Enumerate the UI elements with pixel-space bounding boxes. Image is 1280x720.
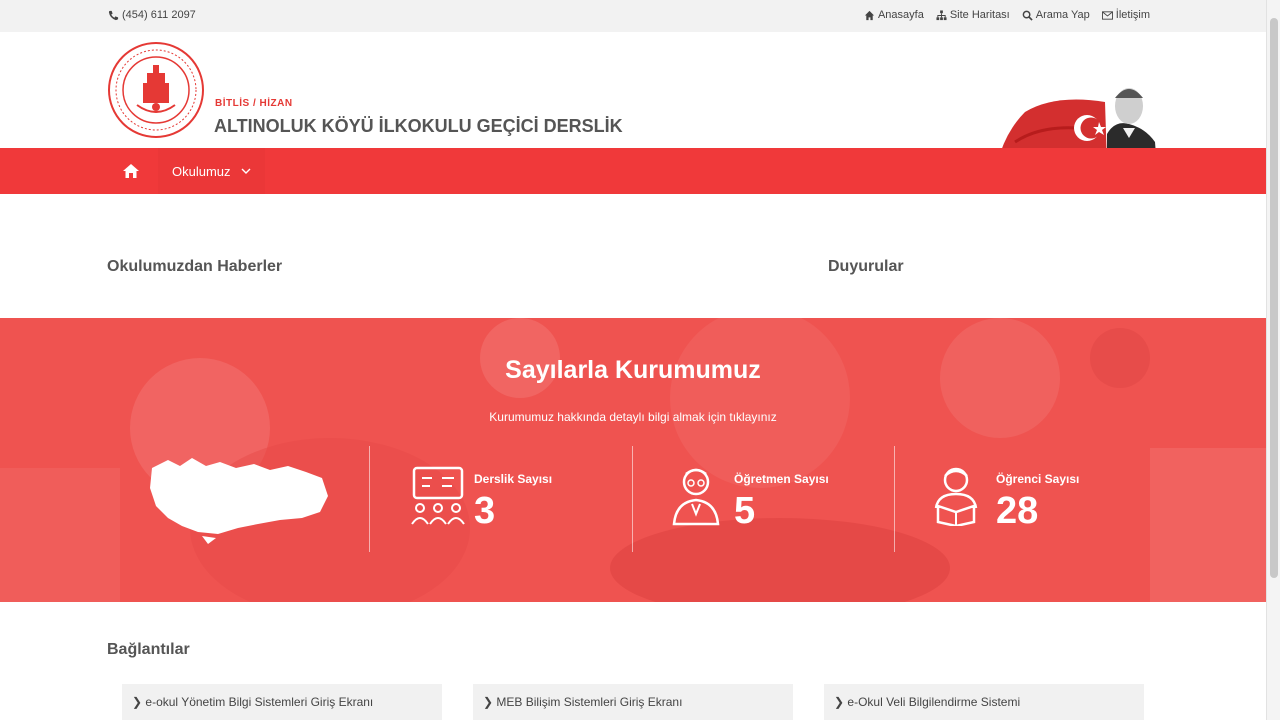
- stat-students-label: Öğrenci Sayısı: [996, 472, 1080, 486]
- link-e-okul-veli[interactable]: ❯ e-Okul Veli Bilgilendirme Sistemi: [824, 684, 1144, 720]
- stat-students[interactable]: Öğrenci Sayısı 28: [930, 458, 1130, 538]
- teacher-icon: [672, 468, 720, 526]
- nav-item-okulumuz[interactable]: Okulumuz: [158, 148, 265, 194]
- stat-students-value: 28: [996, 490, 1039, 532]
- link-e-okul[interactable]: ❯ e-okul Yönetim Bilgi Sistemleri Giriş …: [122, 684, 442, 720]
- scrollbar-thumb[interactable]: [1270, 18, 1278, 578]
- stat-classrooms[interactable]: Derslik Sayısı 3: [408, 458, 608, 538]
- classroom-icon: [411, 466, 465, 525]
- link-meb-bilisim-label: MEB Bilişim Sistemleri Giriş Ekranı: [496, 695, 683, 709]
- top-link-contact-label: İletişim: [1115, 9, 1150, 21]
- page-scrollbar[interactable]: [1266, 0, 1280, 720]
- stat-classrooms-label: Derslik Sayısı: [474, 472, 553, 486]
- top-link-sitemap[interactable]: Site Haritası: [936, 9, 1010, 21]
- nav-home-button[interactable]: [108, 148, 154, 194]
- stats-divider: [632, 446, 633, 552]
- link-e-okul-veli-label: e-Okul Veli Bilgilendirme Sistemi: [847, 695, 1021, 709]
- phone-number[interactable]: (454) 611 2097: [108, 9, 196, 21]
- stat-classrooms-value: 3: [474, 490, 496, 532]
- top-link-search-label: Arama Yap: [1035, 9, 1090, 21]
- student-icon: [934, 467, 978, 526]
- top-link-search[interactable]: Arama Yap: [1022, 9, 1090, 21]
- stats-divider: [894, 446, 895, 552]
- link-meb-bilisim[interactable]: ❯ MEB Bilişim Sistemleri Giriş Ekranı: [473, 684, 793, 720]
- stats-title: Sayılarla Kurumumuz: [505, 356, 761, 384]
- stats-divider: [369, 446, 370, 552]
- chevron-down-icon: [241, 168, 251, 174]
- phone-number-text: (454) 611 2097: [122, 9, 196, 21]
- stats-subtitle-link[interactable]: Kurumumuz hakkında detaylı bilgi almak i…: [0, 410, 1266, 424]
- search-icon: [1022, 10, 1033, 21]
- envelope-icon: [1101, 10, 1113, 20]
- nav-item-label: Okulumuz: [172, 163, 231, 179]
- chevron-right-icon: ❯: [834, 695, 845, 709]
- top-link-sitemap-label: Site Haritası: [949, 9, 1010, 21]
- school-location[interactable]: BİTLİS / HİZAN: [215, 98, 293, 109]
- top-link-home[interactable]: Anasayfa: [864, 9, 924, 21]
- sitemap-icon: [936, 9, 947, 20]
- link-e-okul-label: e-okul Yönetim Bilgi Sistemleri Giriş Ek…: [145, 695, 374, 709]
- chevron-right-icon: ❯: [132, 695, 143, 709]
- top-link-contact[interactable]: İletişim: [1101, 9, 1150, 21]
- announcements-section-title: Duyurular: [828, 258, 904, 275]
- stat-teachers[interactable]: Öğretmen Sayısı 5: [668, 458, 868, 538]
- chevron-right-icon: ❯: [483, 695, 494, 709]
- stat-teachers-label: Öğretmen Sayısı: [734, 472, 829, 486]
- stat-teachers-value: 5: [734, 490, 756, 532]
- home-icon: [123, 164, 139, 178]
- meb-logo[interactable]: [107, 41, 205, 139]
- turkey-map: [150, 458, 328, 544]
- main-navbar: Okulumuz: [0, 148, 1266, 194]
- links-section-title: Bağlantılar: [107, 641, 190, 658]
- stats-section: Sayılarla Kurumumuz Kurumumuz hakkında d…: [0, 318, 1266, 602]
- school-name[interactable]: ALTINOLUK KÖYÜ İLKOKULU GEÇİCİ DERSLİK: [214, 116, 623, 137]
- phone-icon: [108, 10, 119, 20]
- site-header: BİTLİS / HİZAN ALTINOLUK KÖYÜ İLKOKULU G…: [0, 32, 1266, 168]
- top-link-home-label: Anasayfa: [877, 9, 924, 21]
- top-links: Anasayfa Site Haritası Arama Yap İletişi…: [864, 9, 1150, 21]
- home-icon: [864, 10, 875, 20]
- top-bar: (454) 611 2097 Anasayfa Site Haritası Ar…: [0, 0, 1266, 32]
- news-section-title: Okulumuzdan Haberler: [107, 258, 283, 275]
